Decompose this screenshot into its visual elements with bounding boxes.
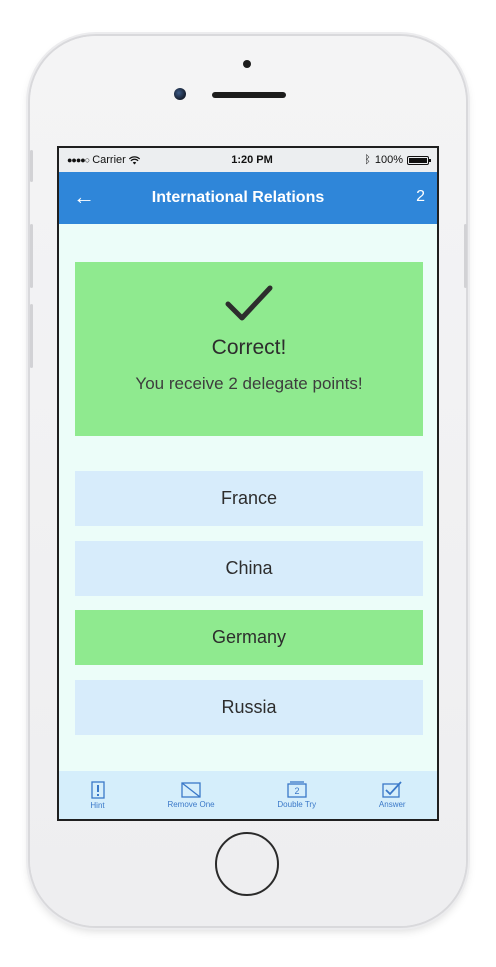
volume-down-button: [30, 304, 33, 368]
proximity-sensor: [243, 60, 251, 68]
result-message: You receive 2 delegate points!: [135, 374, 363, 393]
checkmark-icon: [225, 285, 273, 321]
page-title: International Relations: [151, 189, 325, 206]
remove-one-button[interactable]: Remove One: [167, 781, 215, 809]
double-try-button[interactable]: 2 Double Try: [277, 781, 316, 809]
answer-check-icon: [382, 781, 402, 798]
front-camera: [174, 88, 186, 100]
power-button: [464, 224, 467, 288]
answer-option-russia[interactable]: Russia: [75, 680, 423, 735]
remove-one-icon: [181, 781, 201, 798]
answer-option-germany[interactable]: Germany: [75, 610, 423, 665]
answer-option-france[interactable]: France: [75, 471, 423, 526]
answer-label: Answer: [378, 800, 406, 809]
answer-option-label: Russia: [221, 697, 277, 717]
mute-switch: [30, 150, 33, 182]
hint-label: Hint: [90, 800, 105, 810]
carrier-name: Carrier: [92, 154, 126, 166]
double-try-label: Double Try: [277, 800, 317, 809]
arrow-left-icon[interactable]: ←: [73, 185, 95, 209]
answer-option-label: China: [225, 558, 273, 578]
phone-screen: ●●●●○ Carrier 1:20 PM ᛒ 100% ← Internati…: [57, 146, 439, 821]
answer-button[interactable]: Answer: [379, 781, 406, 809]
signal-strength-icon: ●●●●○: [67, 155, 90, 165]
answer-option-china[interactable]: China: [75, 541, 423, 596]
volume-up-button: [30, 224, 33, 288]
hint-button[interactable]: Hint: [90, 780, 105, 810]
status-bar: ●●●●○ Carrier 1:20 PM ᛒ 100%: [59, 148, 437, 172]
lifeline-toolbar: Hint Remove One 2 Double Try Answer: [59, 771, 437, 819]
status-time: 1:20 PM: [231, 154, 273, 166]
navigation-bar: ← International Relations 2: [59, 172, 437, 224]
earpiece-speaker: [212, 92, 286, 98]
app-screen: ●●●●○ Carrier 1:20 PM ᛒ 100% ← Internati…: [59, 148, 437, 819]
answer-option-label: Germany: [211, 627, 287, 647]
bluetooth-icon: ᛒ: [364, 154, 371, 166]
hint-icon: [90, 780, 105, 799]
wifi-icon: [128, 155, 140, 164]
question-count: 2: [416, 188, 425, 205]
double-try-badge: 2: [294, 786, 299, 796]
double-try-icon: 2: [287, 781, 307, 798]
home-button[interactable]: [215, 832, 279, 896]
result-banner: Correct! You receive 2 delegate points!: [75, 262, 423, 436]
battery-percentage: 100%: [374, 154, 403, 166]
answer-option-label: France: [220, 488, 278, 508]
remove-one-label: Remove One: [167, 799, 215, 809]
result-title: Correct!: [211, 336, 287, 359]
battery-icon: [406, 155, 431, 165]
